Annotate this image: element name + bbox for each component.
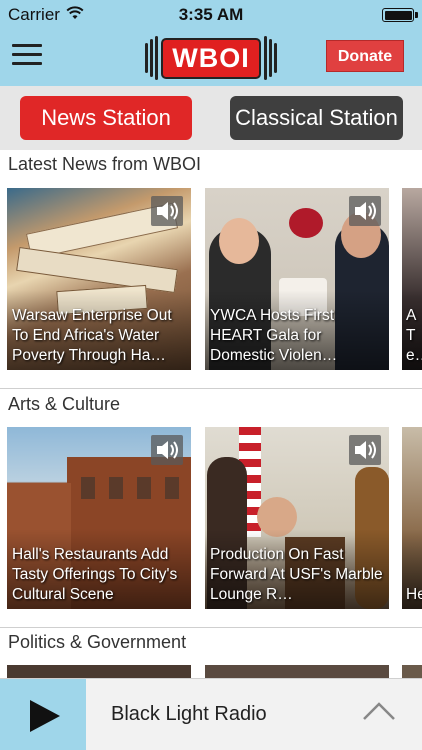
- card-title: A Te Sc: [406, 307, 416, 364]
- wboi-logo: WBOI: [143, 36, 279, 80]
- status-time: 3:35 AM: [178, 5, 244, 24]
- news-card[interactable]: [402, 665, 422, 678]
- logo-text: WBOI: [161, 37, 261, 79]
- news-card[interactable]: He: [402, 427, 422, 609]
- news-station-button[interactable]: News Station: [20, 96, 192, 140]
- news-card[interactable]: Hall's Restaurants Add Tasty Offerings T…: [7, 427, 191, 609]
- section-divider: [0, 388, 422, 389]
- section-title-arts-culture: Arts & Culture: [8, 394, 121, 414]
- audio-speaker-icon: [151, 435, 183, 465]
- chevron-up-icon[interactable]: [362, 701, 396, 726]
- section-title-politics-government: Politics & Government: [8, 632, 187, 652]
- news-card[interactable]: Production On Fast Forward At USF's Marb…: [205, 427, 389, 609]
- section-title-latest-news: Latest News from WBOI: [8, 154, 202, 174]
- section-divider: [0, 627, 422, 628]
- now-playing-title: Black Light Radio: [111, 703, 267, 725]
- card-title: Hall's Restaurants Add Tasty Offerings T…: [12, 546, 178, 603]
- card-image: [205, 665, 389, 678]
- card-image: [7, 665, 191, 678]
- play-icon: [30, 700, 60, 732]
- logo-left-bars: [145, 36, 159, 80]
- audio-speaker-icon: [151, 196, 183, 226]
- battery-tip: [415, 12, 418, 18]
- station-switcher: News Station Classical Station: [0, 86, 422, 150]
- app-header: WBOI Donate: [0, 30, 422, 86]
- status-bar: Carrier 3:35 AM: [0, 0, 422, 30]
- play-button[interactable]: [0, 679, 86, 750]
- news-card[interactable]: [7, 665, 191, 678]
- logo-right-bars: [263, 36, 277, 80]
- classical-station-button[interactable]: Classical Station: [230, 96, 403, 140]
- news-card[interactable]: Warsaw Enterprise Out To End Africa's Wa…: [7, 188, 191, 370]
- news-card[interactable]: A Te Sc: [402, 188, 422, 370]
- news-card[interactable]: YWCA Hosts First HEART Gala for Domestic…: [205, 188, 389, 370]
- card-title: He: [406, 586, 422, 603]
- card-title: Warsaw Enterprise Out To End Africa's Wa…: [12, 307, 172, 364]
- card-title: Production On Fast Forward At USF's Marb…: [210, 546, 383, 603]
- audio-speaker-icon: [349, 196, 381, 226]
- audio-player-bar: Black Light Radio: [0, 678, 422, 750]
- battery-icon: [382, 8, 414, 22]
- card-image: [402, 665, 422, 678]
- donate-button[interactable]: Donate: [326, 40, 404, 72]
- card-title: YWCA Hosts First HEART Gala for Domestic…: [210, 307, 338, 364]
- audio-speaker-icon: [349, 435, 381, 465]
- news-card[interactable]: [205, 665, 389, 678]
- hamburger-menu-icon[interactable]: [12, 44, 42, 68]
